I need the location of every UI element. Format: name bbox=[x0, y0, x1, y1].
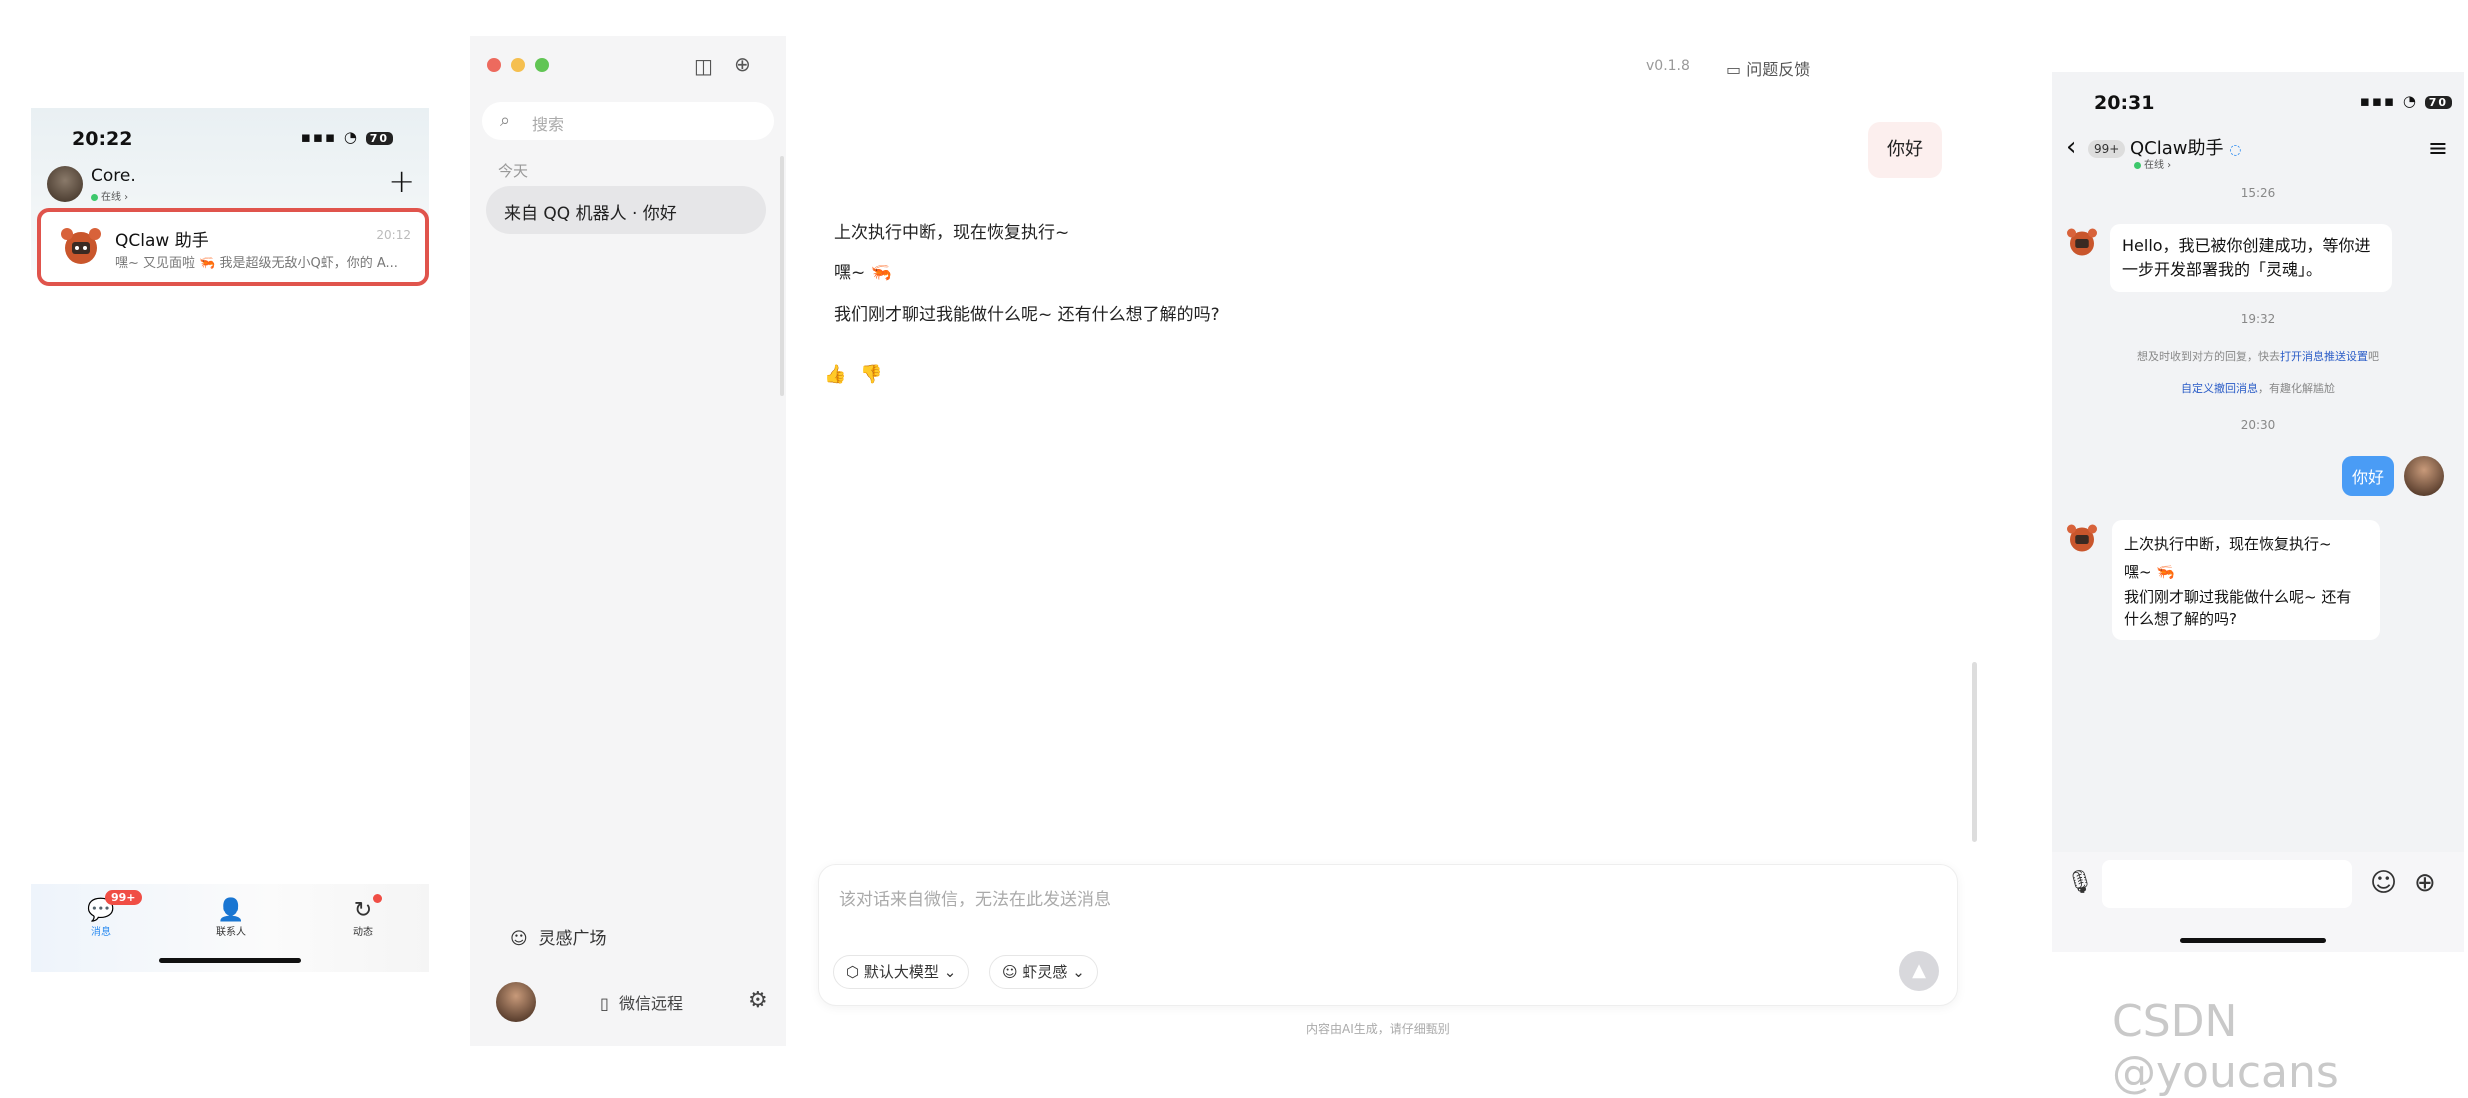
ai-disclaimer: 内容由AI生成，请仔细甄别 bbox=[1306, 1022, 1450, 1036]
version-label: v0.1.8 bbox=[1646, 58, 1690, 74]
sparkle-icon: ☺ bbox=[510, 929, 528, 949]
battery-icon: 70 bbox=[2424, 96, 2452, 109]
tab-moments[interactable]: ↻ 动态 bbox=[333, 898, 393, 938]
message-input[interactable] bbox=[2102, 860, 2352, 908]
user-name: Core. bbox=[91, 166, 136, 186]
sidebar: ◫ ⊕ ⌕ 搜索 今天 来自 QQ 机器人 · 你好 ☺ 灵感广场 ▯ 微信远程… bbox=[470, 36, 786, 1046]
user-message-bubble: 你好 bbox=[1868, 122, 1942, 178]
home-indicator bbox=[159, 958, 301, 963]
chat-status: 在线 › bbox=[2134, 156, 2171, 171]
sidebar-scrollbar[interactable] bbox=[780, 156, 784, 396]
sidebar-toggle-icon[interactable]: ◫ bbox=[694, 54, 713, 78]
wechat-remote-button[interactable]: ▯ 微信远程 bbox=[600, 990, 683, 1014]
input-placeholder: 该对话来自微信，无法在此发送消息 bbox=[839, 890, 1111, 910]
mic-icon[interactable]: 🎙 bbox=[2066, 870, 2094, 895]
send-icon[interactable]: ▲ bbox=[1899, 951, 1939, 991]
push-settings-link[interactable]: 打开消息推送设置 bbox=[2280, 350, 2368, 363]
unread-badge: 99+ bbox=[105, 890, 142, 905]
feedback-icon: ▭ bbox=[1726, 60, 1742, 79]
bot-message: Hello，我已被你创建成功，等你进 一步开发部署我的「灵魂」。 bbox=[2110, 224, 2392, 292]
avatar[interactable] bbox=[47, 166, 83, 202]
thumbs-up-icon[interactable]: 👍 bbox=[824, 364, 860, 385]
crab-avatar-icon bbox=[2067, 228, 2097, 256]
bot-icon: ◌ bbox=[2229, 142, 2242, 158]
plus-icon[interactable]: ⊕ bbox=[2414, 868, 2436, 898]
search-input[interactable]: ⌕ 搜索 bbox=[482, 102, 774, 140]
model-icon: ⬡ bbox=[846, 963, 860, 981]
gear-icon[interactable]: ⚙ bbox=[748, 988, 768, 1013]
timestamp: 15:26 bbox=[2240, 186, 2276, 200]
qq-phone-message-list: 20:22 ▪▪▪ ◔ 70 Core. 在线 › + QClaw 助手 20:… bbox=[31, 108, 429, 972]
chat-preview: 嘿~ 又见面啦 🦐 我是超级无敌小Q虾，你的 A... bbox=[115, 256, 398, 271]
custom-recall-link[interactable]: 自定义撤回消息 bbox=[2181, 382, 2258, 395]
bot-message: 上次执行中断，现在恢复执行~ 嘿~ 🦐 我们刚才聊过我能做什么呢~ 还有 什么想… bbox=[2112, 520, 2380, 640]
status-time: 20:22 bbox=[72, 128, 133, 150]
moments-icon: ↻ bbox=[353, 898, 373, 923]
section-today: 今天 bbox=[498, 162, 529, 180]
back-icon[interactable]: ‹ bbox=[2066, 132, 2076, 162]
unread-count: 99+ bbox=[2088, 140, 2126, 158]
online-dot-icon bbox=[2134, 161, 2141, 169]
timestamp: 19:32 bbox=[2240, 312, 2276, 326]
status-icons: ▪▪▪ ◔ 70 bbox=[2360, 92, 2452, 110]
user-status: 在线 › bbox=[91, 188, 128, 203]
thumbs-down-icon[interactable]: 👎 bbox=[860, 364, 896, 385]
watermark: CSDN @youcans bbox=[2112, 996, 2339, 1098]
menu-icon[interactable]: ≡ bbox=[2428, 134, 2448, 162]
home-indicator bbox=[2180, 938, 2326, 943]
chevron-down-icon: ⌄ bbox=[1072, 963, 1085, 981]
sparkle-icon: ☺ bbox=[1002, 963, 1018, 981]
skill-select[interactable]: ☺ 虾灵感 ⌄ bbox=[989, 955, 1098, 989]
conversation-item[interactable]: 来自 QQ 机器人 · 你好 bbox=[486, 186, 766, 234]
chat-main: v0.1.8 ▭ 问题反馈 你好 上次执行中断，现在恢复执行~ 嘿~ 🦐 我们刚… bbox=[786, 36, 1977, 1046]
zoom-window-icon[interactable] bbox=[535, 58, 549, 72]
online-dot-icon bbox=[91, 193, 98, 201]
assistant-message-line: 嘿~ 🦐 bbox=[834, 263, 892, 283]
new-chat-icon[interactable]: ⊕ bbox=[734, 52, 751, 76]
assistant-message-line: 上次执行中断，现在恢复执行~ bbox=[834, 223, 1070, 243]
user-avatar[interactable] bbox=[496, 982, 536, 1022]
chevron-down-icon: ⌄ bbox=[943, 963, 957, 981]
tab-contacts[interactable]: 👤 联系人 bbox=[201, 898, 261, 938]
chat-time: 20:12 bbox=[376, 228, 411, 242]
message-input[interactable]: 该对话来自微信，无法在此发送消息 ⬡ 默认大模型 ⌄ ☺ 虾灵感 ⌄ ▲ bbox=[818, 864, 1958, 1006]
system-tip: 自定义撤回消息，有趣化解尴尬 bbox=[2181, 382, 2335, 395]
contacts-icon: 👤 bbox=[217, 898, 245, 923]
status-icons: ▪▪▪ ◔ 70 bbox=[301, 128, 393, 146]
feedback-actions: 👍👎 bbox=[824, 364, 897, 385]
inspiration-plaza-button[interactable]: ☺ 灵感广场 bbox=[510, 924, 607, 949]
emoji-icon[interactable]: ☺ bbox=[2370, 868, 2397, 898]
search-icon: ⌕ bbox=[500, 110, 511, 131]
battery-icon: 70 bbox=[365, 132, 393, 145]
model-select[interactable]: ⬡ 默认大模型 ⌄ bbox=[833, 955, 970, 989]
user-message: 你好 bbox=[2342, 456, 2395, 496]
minimize-window-icon[interactable] bbox=[511, 58, 525, 72]
chat-list-item-qclaw[interactable]: QClaw 助手 20:12 嘿~ 又见面啦 🦐 我是超级无敌小Q虾，你的 A.… bbox=[37, 208, 429, 286]
close-window-icon[interactable] bbox=[487, 58, 501, 72]
status-time: 20:31 bbox=[2094, 92, 2155, 114]
chat-scrollbar[interactable] bbox=[1972, 662, 1977, 842]
conversation-title: 来自 QQ 机器人 · 你好 bbox=[504, 204, 677, 224]
search-placeholder: 搜索 bbox=[532, 115, 565, 134]
crab-avatar-icon bbox=[2067, 524, 2097, 552]
system-tip: 想及时收到对方的回复，快去打开消息推送设置吧 bbox=[2137, 350, 2379, 363]
chat-title: QClaw 助手 bbox=[115, 231, 209, 251]
timestamp: 20:30 bbox=[2240, 418, 2276, 432]
plus-icon[interactable]: + bbox=[388, 162, 415, 200]
user-avatar[interactable] bbox=[2404, 456, 2444, 496]
crab-avatar-icon bbox=[61, 228, 101, 264]
qq-phone-chat: 20:31 ▪▪▪ ◔ 70 ‹ 99+ QClaw助手 ◌ 在线 › ≡ 15… bbox=[2052, 72, 2464, 952]
phone-icon: ▯ bbox=[600, 994, 609, 1013]
new-dot bbox=[373, 894, 382, 903]
assistant-message-line: 我们刚才聊过我能做什么呢~ 还有什么想了解的吗? bbox=[834, 305, 1220, 325]
feedback-button[interactable]: ▭ 问题反馈 bbox=[1726, 56, 1810, 80]
qclaw-desktop-window: ◫ ⊕ ⌕ 搜索 今天 来自 QQ 机器人 · 你好 ☺ 灵感广场 ▯ 微信远程… bbox=[470, 36, 1977, 1046]
